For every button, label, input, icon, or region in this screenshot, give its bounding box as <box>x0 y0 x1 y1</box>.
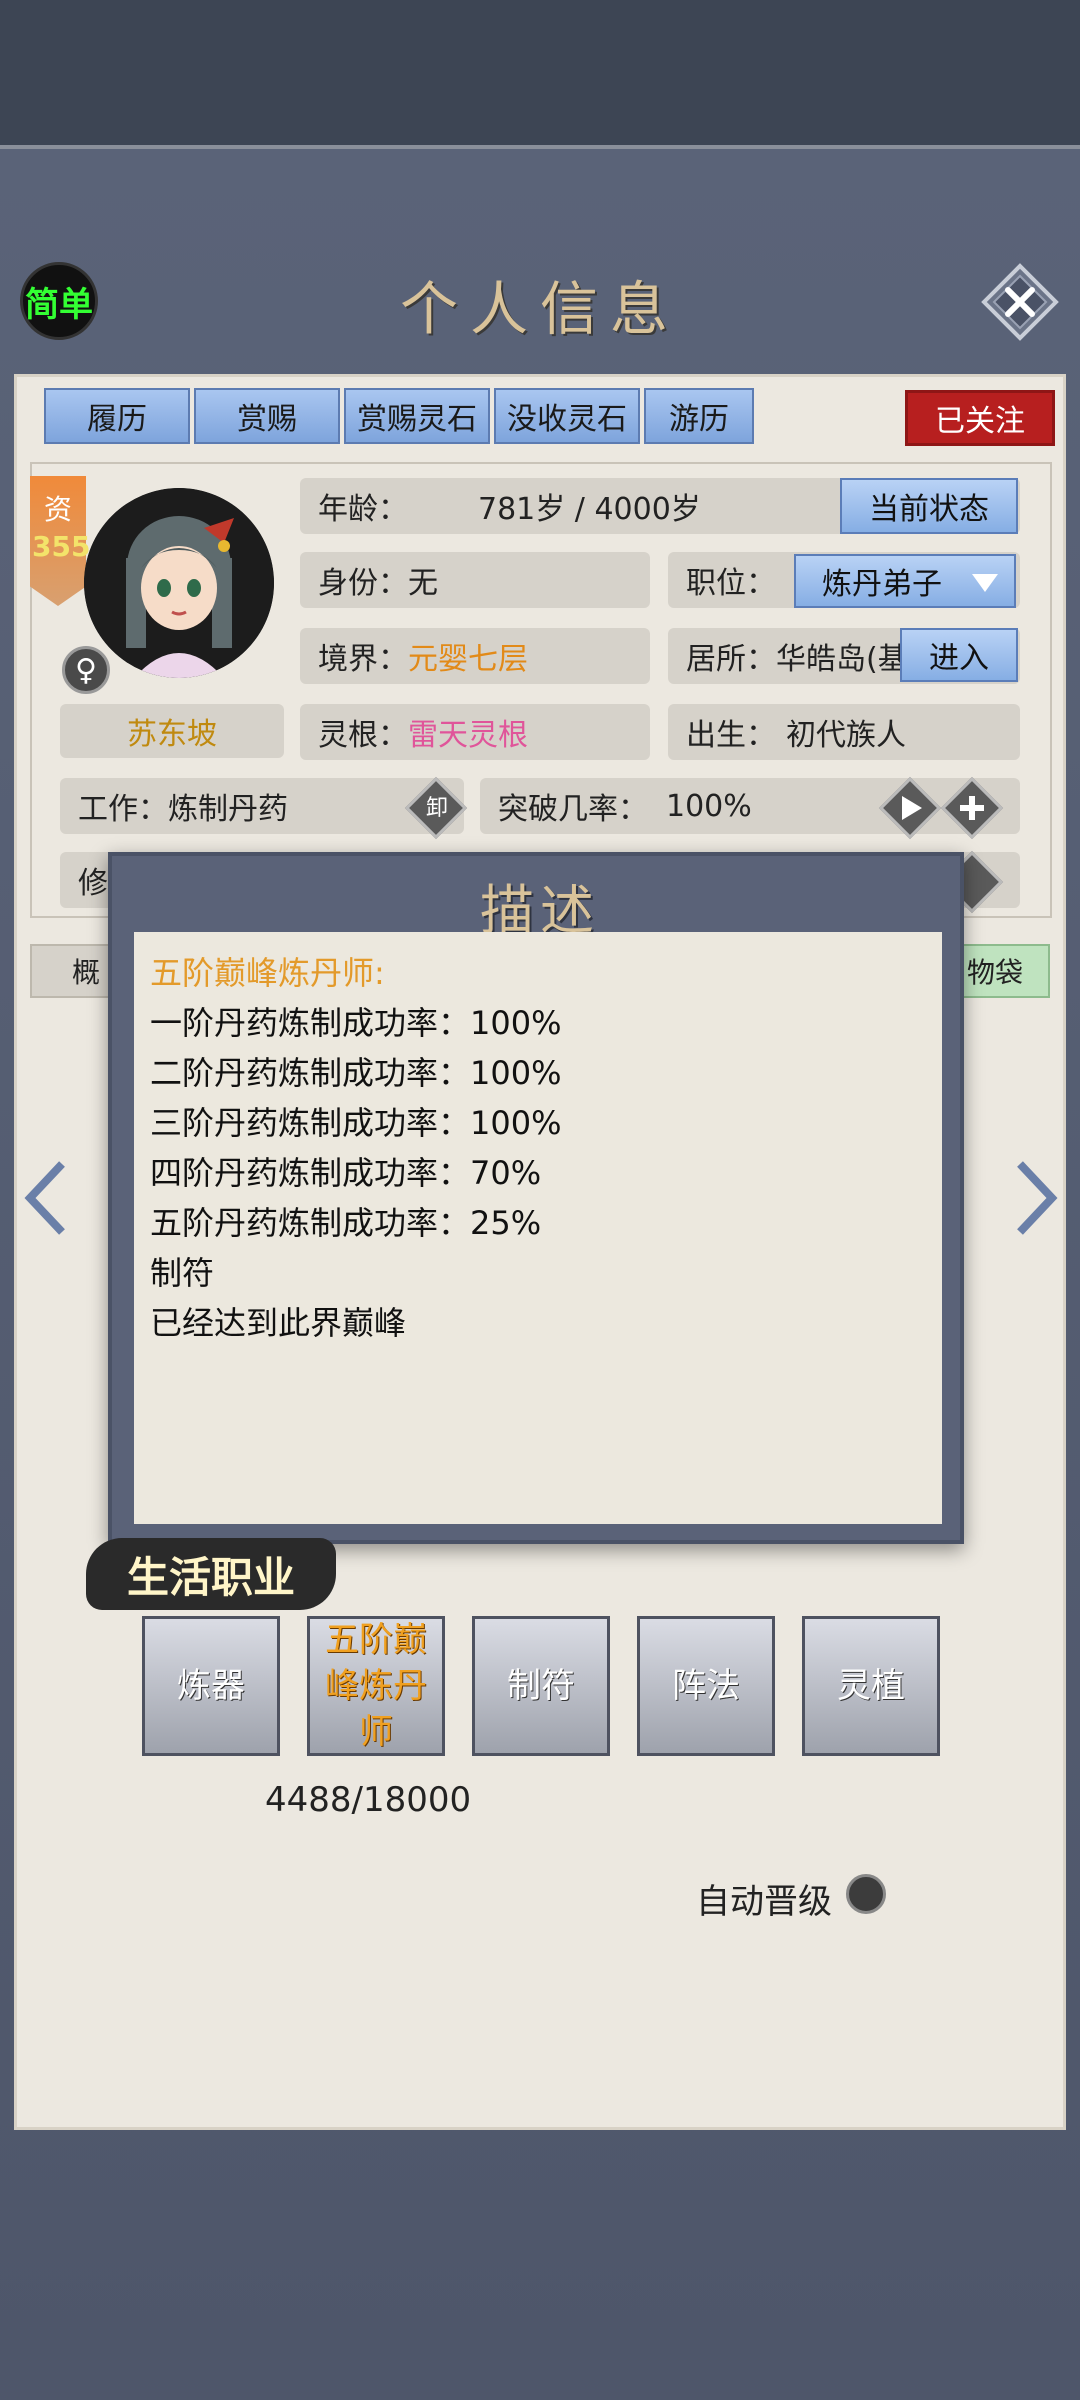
spirit-root-value: 雷天灵根 <box>408 718 528 753</box>
birth-value: 初代族人 <box>786 718 906 753</box>
job-refining-button[interactable]: 炼器 <box>142 1616 280 1756</box>
page-title: 个人信息 <box>399 275 680 343</box>
age-label: 年龄： <box>318 492 408 527</box>
job-talisman-button[interactable]: 制符 <box>472 1616 610 1756</box>
character-name[interactable]: 苏东坡 <box>60 704 284 758</box>
position-label: 职位： <box>686 566 776 601</box>
spirit-root-field: 灵根： 雷天灵根 <box>300 704 650 760</box>
description-body: 五阶巅峰炼丹师: 一阶丹药炼制成功率：100% 二阶丹药炼制成功率：100% 三… <box>134 932 942 1524</box>
age-value: 781岁 / 4000岁 <box>478 492 701 527</box>
play-arrow-icon <box>902 796 922 820</box>
close-icon[interactable] <box>980 262 1060 342</box>
job-formation-button[interactable]: 阵法 <box>637 1616 775 1756</box>
birth-label: 出生： <box>686 718 776 753</box>
residence-value: 华皓岛(基 <box>776 642 908 677</box>
position-dropdown[interactable]: 炼丹弟子 <box>794 554 1016 608</box>
description-line: 制符 <box>150 1254 215 1292</box>
tab-travel[interactable]: 游历 <box>644 388 754 444</box>
tab-overview[interactable]: 概 <box>30 944 120 998</box>
work-field: 工作： 炼制丹药 <box>60 778 464 834</box>
chevron-down-icon <box>972 574 998 592</box>
job-alchemy-button[interactable]: 五阶巅峰炼丹师 <box>307 1616 445 1756</box>
description-line: 一阶丹药炼制成功率：100% <box>150 1004 562 1042</box>
position-value: 炼丹弟子 <box>822 567 942 602</box>
cultivation-label: 修 <box>78 866 108 901</box>
description-line: 二阶丹药炼制成功率：100% <box>150 1054 562 1092</box>
tab-reward-spirit-stone[interactable]: 赏赐灵石 <box>344 388 490 444</box>
description-line: 三阶丹药炼制成功率：100% <box>150 1104 562 1142</box>
work-label: 工作： <box>78 792 168 827</box>
breakthrough-value: 100% <box>666 788 752 824</box>
female-gender-icon: ♀ <box>62 646 110 694</box>
top-status-area <box>0 0 1080 145</box>
identity-value: 无 <box>408 566 438 601</box>
residence-label: 居所： <box>686 642 776 677</box>
realm-value: 元婴七层 <box>408 642 528 677</box>
aptitude-label: 资 <box>44 493 73 526</box>
enter-button[interactable]: 进入 <box>900 628 1018 682</box>
description-line: 四阶丹药炼制成功率：70% <box>150 1154 542 1192</box>
identity-label: 身份： <box>318 566 408 601</box>
auto-promote-label: 自动晋级 <box>696 1882 832 1922</box>
unload-label: 卸 <box>425 796 448 821</box>
tab-confiscate-spirit-stone[interactable]: 没收灵石 <box>494 388 640 444</box>
description-dialog: 描述 五阶巅峰炼丹师: 一阶丹药炼制成功率：100% 二阶丹药炼制成功率：100… <box>108 852 964 1544</box>
work-value: 炼制丹药 <box>168 792 288 827</box>
avatar[interactable] <box>84 488 274 678</box>
next-arrow-icon[interactable] <box>1010 1158 1060 1238</box>
description-heading: 五阶巅峰炼丹师: <box>150 954 385 992</box>
followed-button[interactable]: 已关注 <box>905 390 1055 446</box>
life-jobs-title: 生活职业 <box>86 1538 336 1610</box>
job-progress-text: 4488/18000 <box>265 1780 472 1820</box>
auto-promote-toggle[interactable] <box>846 1874 886 1914</box>
tab-resume[interactable]: 履历 <box>44 388 190 444</box>
job-herb-button[interactable]: 灵植 <box>802 1616 940 1756</box>
realm-field: 境界： 元婴七层 <box>300 628 650 684</box>
description-line: 五阶丹药炼制成功率：25% <box>150 1204 542 1242</box>
description-line: 已经达到此界巅峰 <box>150 1304 407 1342</box>
identity-field: 身份： 无 <box>300 552 650 608</box>
prev-arrow-icon[interactable] <box>22 1158 72 1238</box>
breakthrough-label: 突破几率： <box>498 792 648 827</box>
realm-label: 境界： <box>318 642 408 677</box>
birth-field: 出生： 初代族人 <box>668 704 1020 760</box>
spirit-root-label: 灵根： <box>318 718 408 753</box>
aptitude-value: 355 <box>32 530 91 563</box>
tab-reward[interactable]: 赏赐 <box>194 388 340 444</box>
current-status-button[interactable]: 当前状态 <box>840 478 1018 534</box>
plus-icon <box>960 796 984 820</box>
